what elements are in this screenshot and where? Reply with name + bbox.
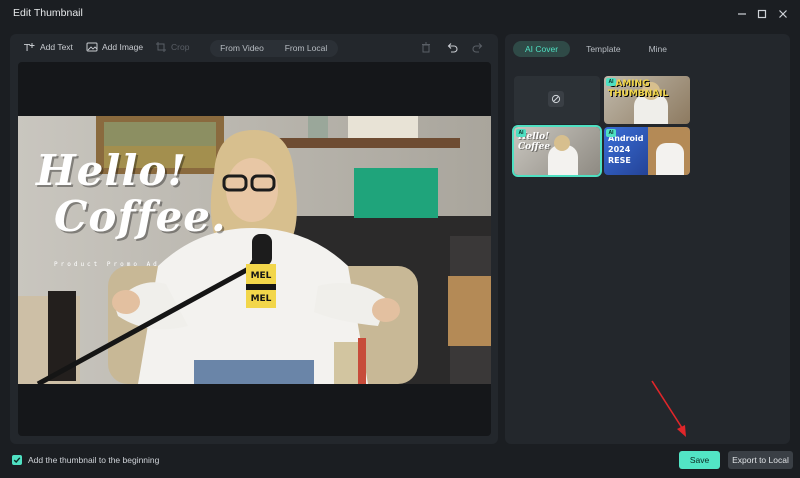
- cover-gaming-text: GAMING THUMBNAIL: [608, 79, 669, 99]
- ai-badge: AI: [606, 129, 616, 137]
- thumbnail-preview-image: MEL MEL Hello! Coffee. Product Promo Ad: [18, 116, 491, 384]
- crop-icon: [156, 42, 166, 52]
- ai-badge: AI: [516, 129, 526, 137]
- cover-tabs: AI Cover Template Mine: [513, 41, 679, 57]
- cover-android-text: Android 2024 RESE: [608, 134, 644, 165]
- cover-android[interactable]: Android 2024 RESE AI: [604, 127, 690, 175]
- ai-badge: AI: [606, 78, 616, 86]
- add-to-beginning-checkbox[interactable]: [12, 455, 22, 465]
- thumbnail-canvas[interactable]: MEL MEL Hello! Coffee. Product Promo Ad: [18, 62, 491, 436]
- mic-flag-text-top: MEL: [251, 271, 272, 281]
- add-to-beginning-label[interactable]: Add the thumbnail to the beginning: [28, 455, 159, 465]
- add-text-label: Add Text: [40, 42, 73, 52]
- mic-flag-text-bottom: MEL: [251, 294, 272, 304]
- add-image-label: Add Image: [102, 42, 144, 52]
- save-button[interactable]: Save: [679, 451, 720, 469]
- minimize-icon[interactable]: [733, 5, 751, 23]
- maximize-icon[interactable]: [753, 5, 771, 23]
- checkmark-icon: [13, 457, 21, 464]
- cover-none[interactable]: [514, 76, 600, 124]
- editor-toolbar: T Add Text Add Image Crop From Video Fro…: [10, 34, 498, 62]
- source-toggle: From Video From Local: [210, 40, 338, 57]
- thumbnail-headline-line1[interactable]: Hello!: [36, 146, 187, 195]
- from-local-button[interactable]: From Local: [274, 40, 338, 57]
- thumbnail-headline-line2[interactable]: Coffee.: [54, 192, 227, 241]
- from-video-button[interactable]: From Video: [210, 40, 274, 57]
- no-cover-icon: [548, 91, 564, 107]
- crop-button[interactable]: Crop: [155, 41, 189, 53]
- export-to-local-button[interactable]: Export to Local: [728, 451, 793, 469]
- cover-hello-coffee[interactable]: Hello! Coffee AI: [512, 125, 602, 177]
- add-text-icon: T: [24, 43, 35, 53]
- add-image-button[interactable]: Add Image: [86, 41, 143, 53]
- tab-template[interactable]: Template: [574, 41, 633, 57]
- redo-icon[interactable]: [472, 41, 484, 53]
- tab-mine[interactable]: Mine: [637, 41, 679, 57]
- image-icon: [86, 42, 98, 52]
- crop-label: Crop: [171, 42, 190, 52]
- window-title: Edit Thumbnail: [13, 7, 83, 19]
- close-icon[interactable]: [774, 5, 792, 23]
- cover-panel: AI Cover Template Mine GAMING THUMBNAIL …: [505, 34, 790, 444]
- cover-gaming[interactable]: GAMING THUMBNAIL AI: [604, 76, 690, 124]
- edit-thumbnail-window: Edit Thumbnail T Add Text Add Image Crop: [0, 0, 800, 478]
- tab-ai-cover[interactable]: AI Cover: [513, 41, 571, 57]
- trash-icon[interactable]: [420, 41, 432, 53]
- add-text-button[interactable]: T Add Text: [24, 41, 73, 53]
- thumbnail-editor-panel: T Add Text Add Image Crop From Video Fro…: [10, 34, 498, 444]
- undo-icon[interactable]: [446, 41, 458, 53]
- title-bar: Edit Thumbnail: [0, 0, 800, 28]
- thumbnail-caption: Product Promo Ad: [54, 261, 160, 268]
- svg-text:T: T: [24, 43, 31, 53]
